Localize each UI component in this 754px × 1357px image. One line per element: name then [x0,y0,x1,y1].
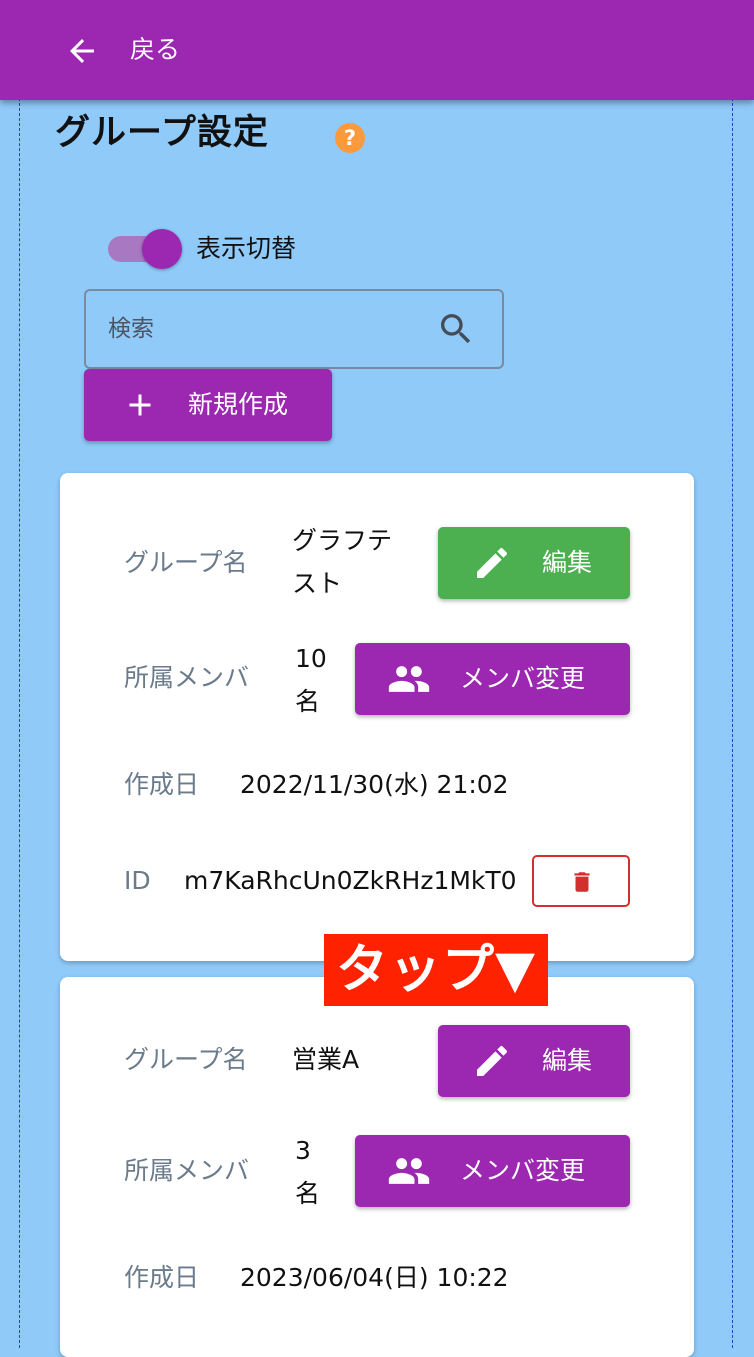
display-toggle[interactable] [108,229,182,269]
edit-button[interactable]: 編集 [438,527,630,599]
plus-icon [129,394,151,416]
pencil-icon [477,547,508,578]
created-label: 作成日 [124,1263,200,1292]
members-count: 3 [295,1136,311,1165]
created-value: 2022/11/30(水) 21:02 [240,770,509,799]
search-input[interactable] [108,309,428,349]
members-label: 所属メンバ [124,1156,250,1185]
page-title: グループ設定 [55,113,269,153]
change-members-label: メンバ変更 [460,664,586,693]
toggle-label: 表示切替 [196,234,297,263]
create-new-label: 新規作成 [188,390,289,419]
create-new-button[interactable]: 新規作成 [84,369,332,441]
members-unit: 名 [295,1179,321,1208]
group-name-line2: スト [292,569,343,598]
tap-annotation: タップ▼ [324,934,548,1006]
toggle-knob [142,229,182,269]
created-value: 2023/06/04(日) 10:22 [240,1263,509,1292]
group-name-label: グループ名 [124,1045,248,1074]
members-label: 所属メンバ [124,663,250,692]
delete-button[interactable] [532,855,630,907]
help-icon[interactable]: ? [335,123,365,153]
id-label: ID [124,866,151,895]
people-icon [388,666,430,692]
group-card: グループ名 グラフテ スト 編集 所属メンバ 10 名 メンバ変更 作成日 20… [60,473,694,961]
change-members-label: メンバ変更 [460,1156,586,1185]
back-link[interactable]: 戻る [130,32,180,68]
group-card: グループ名 営業A 編集 所属メンバ 3 名 メンバ変更 作成日 2023/06… [60,977,694,1357]
edit-label: 編集 [542,548,593,577]
arrow-left-icon[interactable] [64,33,100,69]
members-count: 10 [295,644,327,673]
people-icon [388,1158,430,1184]
group-name-line1: 営業A [292,1045,360,1074]
search-field [84,289,504,369]
group-name-line1: グラフテ [292,526,393,555]
change-members-button[interactable]: メンバ変更 [355,1135,630,1207]
edit-button[interactable]: 編集 [438,1025,630,1097]
search-icon[interactable] [436,309,476,349]
pencil-icon [477,1045,508,1076]
group-name-label: グループ名 [124,548,248,577]
created-label: 作成日 [124,770,200,799]
members-unit: 名 [295,687,321,716]
trash-icon [574,872,590,892]
app-bar: 戻る [0,0,754,100]
edit-label: 編集 [542,1046,593,1075]
id-value: m7KaRhcUn0ZkRHz1MkT0 [184,866,517,895]
change-members-button[interactable]: メンバ変更 [355,643,630,715]
